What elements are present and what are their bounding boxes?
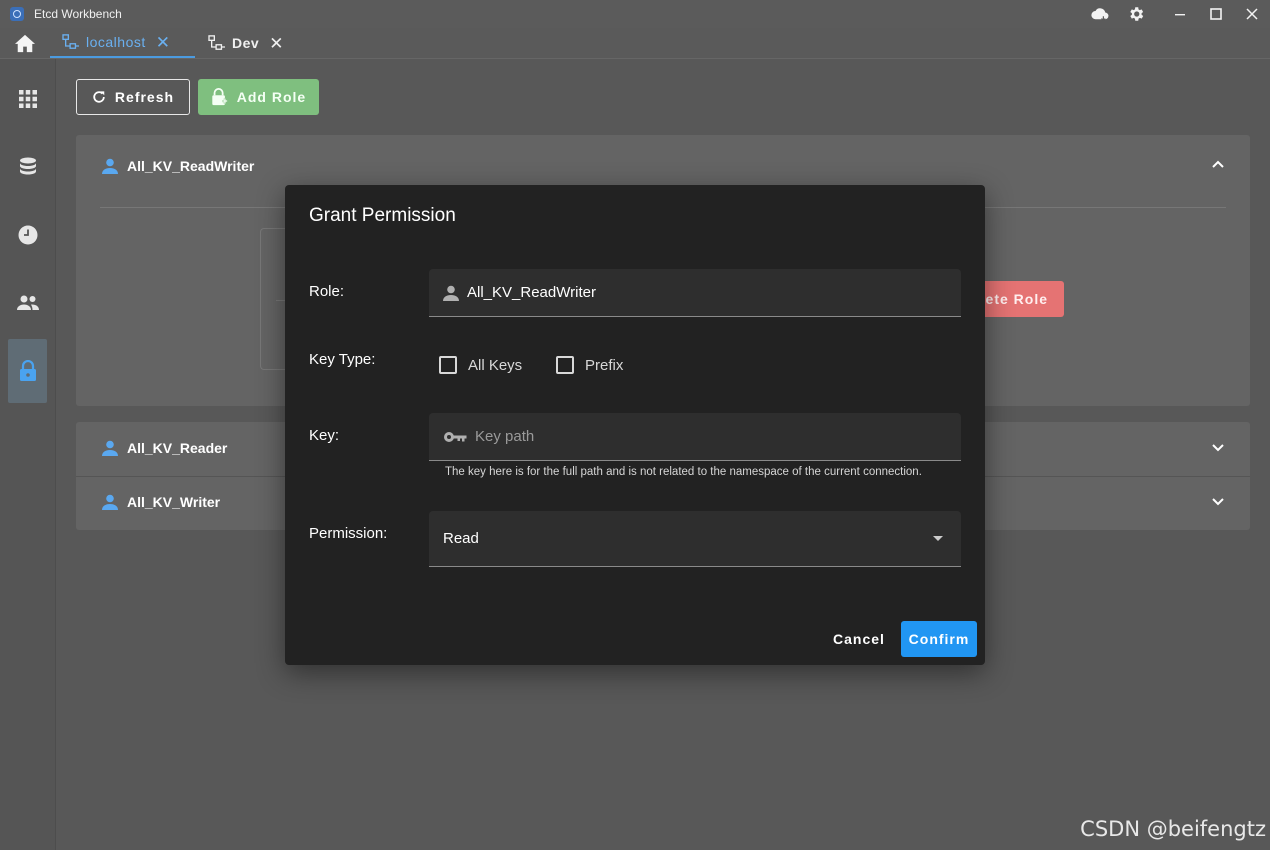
role-header[interactable]: All_KV_ReadWriter — [102, 156, 254, 176]
sidebar-item-roles[interactable] — [8, 339, 47, 403]
tab-label: localhost — [86, 34, 146, 50]
key-hint-text: The key here is for the full path and is… — [445, 466, 922, 478]
maximize-icon[interactable] — [1198, 0, 1234, 28]
window-title: Etcd Workbench — [34, 7, 122, 21]
close-tab-icon[interactable]: ✕ — [156, 34, 171, 51]
clock-icon — [18, 225, 38, 245]
role-field: All_KV_ReadWriter — [429, 269, 961, 317]
network-icon — [208, 35, 226, 51]
network-icon — [62, 34, 80, 50]
database-icon — [19, 157, 37, 177]
refresh-icon — [92, 90, 106, 104]
checkbox-icon — [439, 356, 457, 374]
connection-tab-bar: localhost ✕ Dev ✕ — [0, 28, 1270, 59]
apps-grid-icon — [18, 90, 37, 108]
role-name: All_KV_Writer — [127, 494, 221, 510]
lock-icon — [19, 360, 37, 382]
sidebar-item-apps[interactable] — [8, 67, 47, 131]
watermark: CSDN @beifengtz — [1080, 817, 1266, 841]
role-header[interactable]: All_KV_Writer — [102, 492, 220, 512]
tab-dev[interactable]: Dev ✕ — [208, 28, 284, 58]
checkbox-icon — [556, 356, 574, 374]
key-icon — [443, 430, 467, 444]
users-icon — [16, 295, 39, 311]
person-icon — [443, 285, 459, 301]
grant-permission-dialog: Grant Permission Role: All_KV_ReadWriter… — [285, 185, 985, 665]
key-path-input[interactable]: Key path — [429, 413, 961, 461]
role-name: All_KV_Reader — [127, 440, 228, 456]
delete-role-label: ete Role — [985, 291, 1048, 307]
user-icon — [102, 440, 118, 456]
dropdown-arrow-icon — [933, 536, 943, 541]
app-logo-icon — [10, 7, 24, 21]
prefix-checkbox[interactable]: Prefix — [556, 356, 623, 374]
key-label: Key: — [309, 427, 340, 444]
settings-gear-icon[interactable] — [1118, 0, 1154, 28]
close-window-icon[interactable] — [1234, 0, 1270, 28]
confirm-button[interactable]: Confirm — [901, 621, 977, 657]
dialog-title: Grant Permission — [309, 205, 456, 226]
tab-localhost[interactable]: localhost ✕ — [50, 28, 195, 58]
role-name: All_KV_ReadWriter — [127, 158, 255, 174]
add-role-label: Add Role — [236, 89, 307, 105]
add-role-button[interactable]: Add Role — [198, 79, 319, 115]
user-icon — [102, 158, 118, 174]
tab-label: Dev — [232, 35, 260, 51]
sidebar-item-leases[interactable] — [8, 203, 47, 267]
key-type-label: Key Type: — [309, 351, 376, 368]
refresh-button[interactable]: Refresh — [76, 79, 190, 115]
role-label: Role: — [309, 283, 345, 300]
checkbox-label: All Keys — [468, 356, 523, 374]
cancel-button[interactable]: Cancel — [825, 621, 893, 657]
sidebar-nav — [0, 59, 56, 850]
close-tab-icon[interactable]: ✕ — [269, 35, 284, 52]
cloud-download-icon[interactable] — [1082, 0, 1118, 28]
permission-label: Permission: — [309, 525, 388, 542]
lock-plus-icon — [211, 88, 228, 106]
checkbox-label: Prefix — [585, 356, 624, 374]
key-placeholder: Key path — [475, 428, 535, 445]
chevron-down-icon[interactable] — [1212, 444, 1224, 452]
chevron-up-icon[interactable] — [1212, 160, 1224, 168]
sidebar-item-users[interactable] — [8, 271, 47, 335]
chevron-down-icon[interactable] — [1212, 498, 1224, 506]
sidebar-item-keys[interactable] — [8, 135, 47, 199]
minimize-icon[interactable] — [1162, 0, 1198, 28]
home-icon[interactable] — [12, 32, 38, 54]
all-keys-checkbox[interactable]: All Keys — [439, 356, 522, 374]
user-icon — [102, 494, 118, 510]
permission-select[interactable]: Read — [429, 511, 961, 567]
permission-value: Read — [443, 530, 479, 547]
title-bar: Etcd Workbench — [0, 0, 1270, 28]
role-header[interactable]: All_KV_Reader — [102, 438, 227, 458]
role-value: All_KV_ReadWriter — [467, 284, 596, 301]
refresh-label: Refresh — [114, 89, 175, 105]
